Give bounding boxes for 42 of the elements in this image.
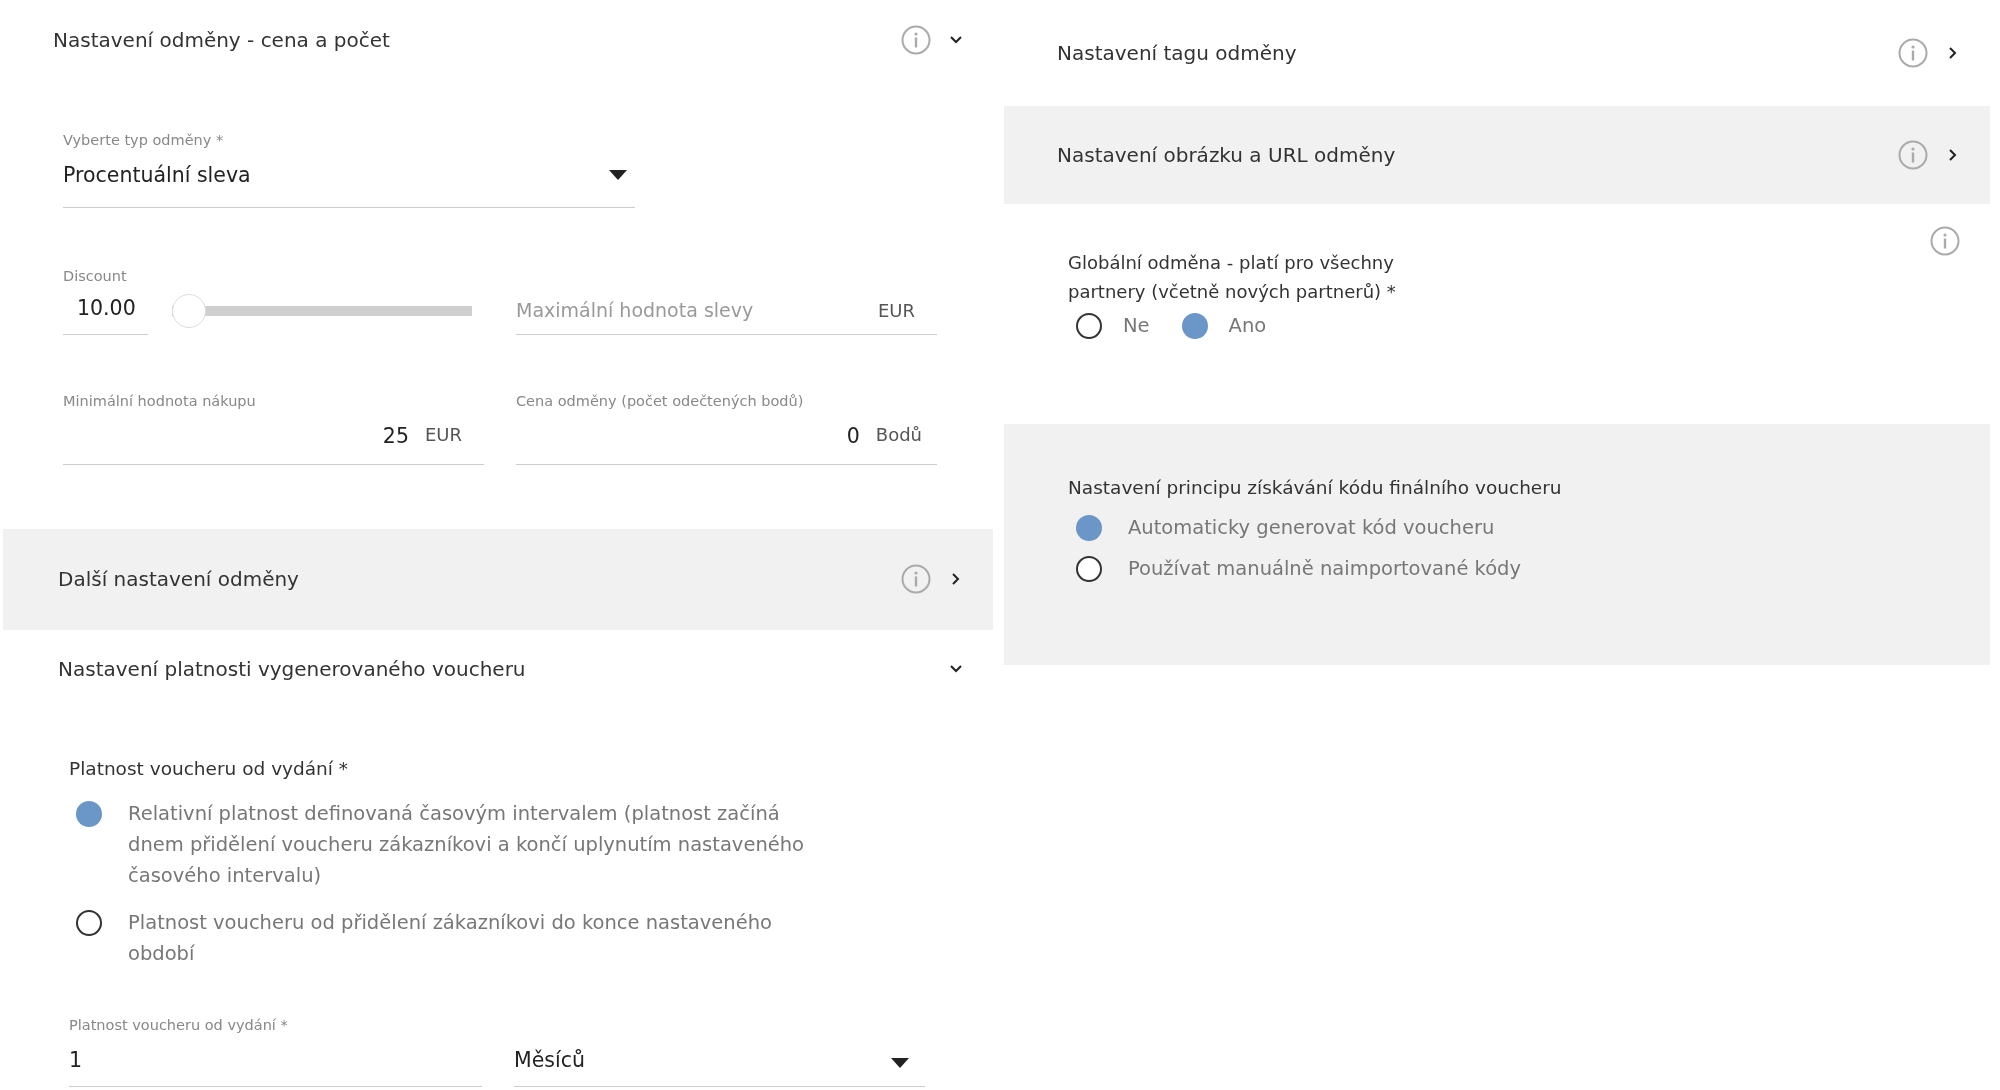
section-title[interactable]: Nastavení odměny - cena a počet (53, 25, 901, 55)
max-discount-field[interactable]: Maximální hodnota slevy EUR (516, 265, 937, 335)
radio-button[interactable] (1076, 555, 1102, 582)
reward-type-select[interactable]: Procentuální sleva (63, 159, 635, 191)
radio-button[interactable] (1181, 313, 1208, 339)
period-unit-select[interactable]: Měsíců (514, 1015, 925, 1087)
field-label: Vyberte typ odměny * (63, 131, 225, 150)
section-title[interactable]: Nastavení tagu odměny (1057, 38, 1898, 68)
caret-icon (891, 1057, 909, 1068)
validity-period-input[interactable]: 1 (69, 1045, 482, 1076)
field-label: Platnost voucheru od vydání * (69, 1016, 289, 1036)
section-title: Další nastavení odměny (58, 566, 300, 593)
group-label: Globální odměna - platí pro všechny partnery (včetně nových partnerů) * (1068, 251, 1397, 304)
reward-cost-field[interactable]: 0 Bodů (516, 420, 937, 452)
min-purchase-field[interactable]: 25 EUR (63, 420, 484, 452)
radio-button[interactable] (76, 801, 102, 828)
slider-thumb[interactable] (172, 294, 206, 329)
radio-button[interactable] (76, 910, 102, 937)
info-icon[interactable] (1930, 226, 1960, 256)
caret-icon (609, 170, 627, 181)
field-label: Cena odměny (počet odečtených bodů) (516, 392, 805, 411)
field-label: Minimální hodnota nákupu (63, 392, 257, 411)
group-label: Nastavení principu získávání kódu finálního voucheru (1068, 476, 1563, 500)
section-header[interactable]: Další nastavení odměny (3, 528, 993, 630)
info-icon[interactable] (901, 25, 931, 55)
radio-label[interactable]: Platnost voucheru od přidělení zákazníkovi do konce nastaveného období (128, 907, 839, 970)
section-header[interactable]: Nastavení obrázku a URL odměny (1004, 106, 1990, 204)
radio-label[interactable]: Používat manuálně naimportované kódy (1128, 552, 1522, 584)
radio-label[interactable]: Relativní platnost definovaná časovým intervalem (platnost začíná dnem přidělení voucheru zákazníkovi a končí uplynutím nastaveného časového intervalu) (128, 798, 839, 892)
radio-button[interactable] (1076, 313, 1102, 339)
radio-label[interactable]: Ano (1228, 310, 1267, 341)
field-label: Discount (63, 266, 128, 286)
info-icon[interactable] (1898, 38, 1928, 68)
radio-button[interactable] (1076, 514, 1102, 541)
section-title: Nastavení obrázku a URL odměny (1057, 142, 1397, 169)
radio-label[interactable]: Ne (1123, 310, 1150, 341)
group-label: Platnost voucheru od vydání * (69, 756, 350, 781)
radio-label[interactable]: Automaticky generovat kód voucheru (1128, 511, 1495, 543)
discount-input[interactable]: 10.00 (63, 287, 148, 335)
info-icon[interactable] (1898, 140, 1928, 170)
info-icon[interactable] (901, 564, 931, 594)
section-title[interactable]: Nastavení platnosti vygenerovaného voucheru (58, 653, 949, 684)
